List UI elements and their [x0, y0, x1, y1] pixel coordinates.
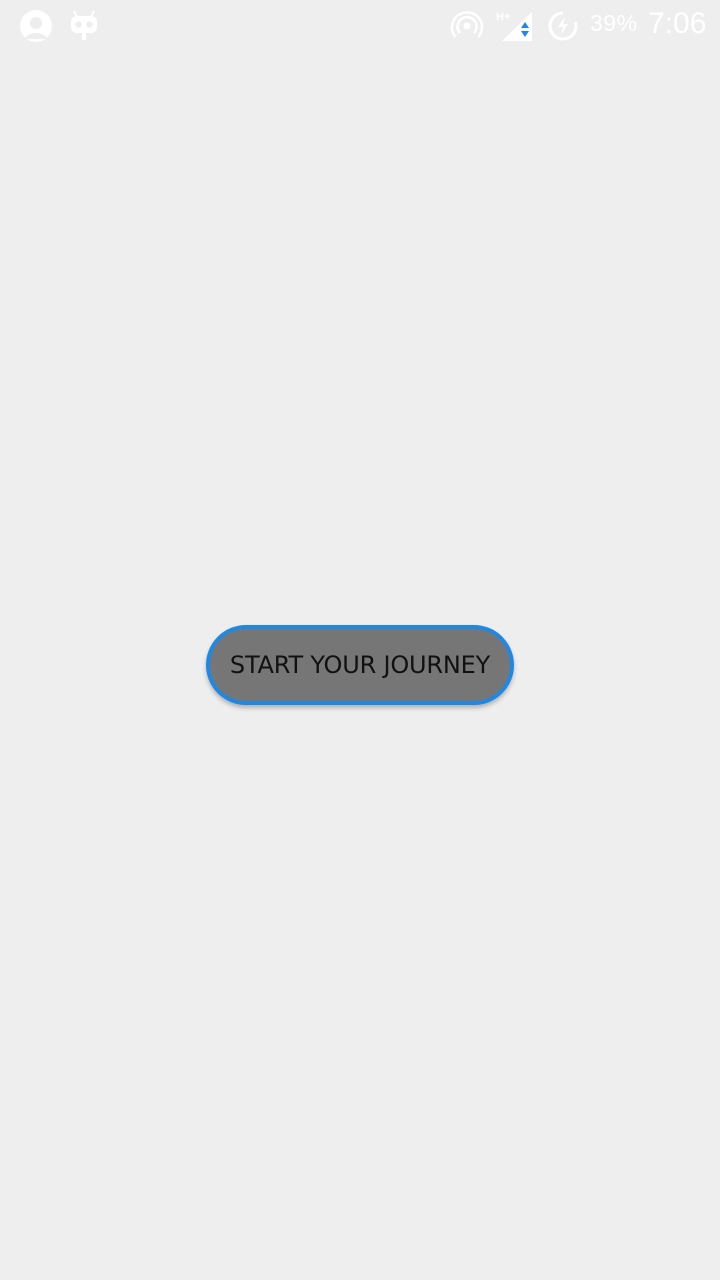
profile-icon	[18, 8, 54, 44]
start-journey-button-label: START YOUR JOURNEY	[229, 651, 491, 679]
hotspot-icon	[449, 8, 485, 44]
battery-charging-icon	[545, 8, 581, 44]
mobile-signal-icon: H+	[494, 8, 532, 44]
clock-time: 7:06	[648, 7, 707, 40]
status-bar: H+ 39% 7:06	[0, 0, 720, 50]
main-content: START YOUR JOURNEY	[0, 50, 720, 1280]
cyanogen-mascot-icon	[66, 8, 102, 44]
battery-percent: 39%	[590, 10, 638, 36]
start-journey-button[interactable]: START YOUR JOURNEY	[206, 625, 514, 705]
network-type-label: H+	[496, 11, 510, 23]
